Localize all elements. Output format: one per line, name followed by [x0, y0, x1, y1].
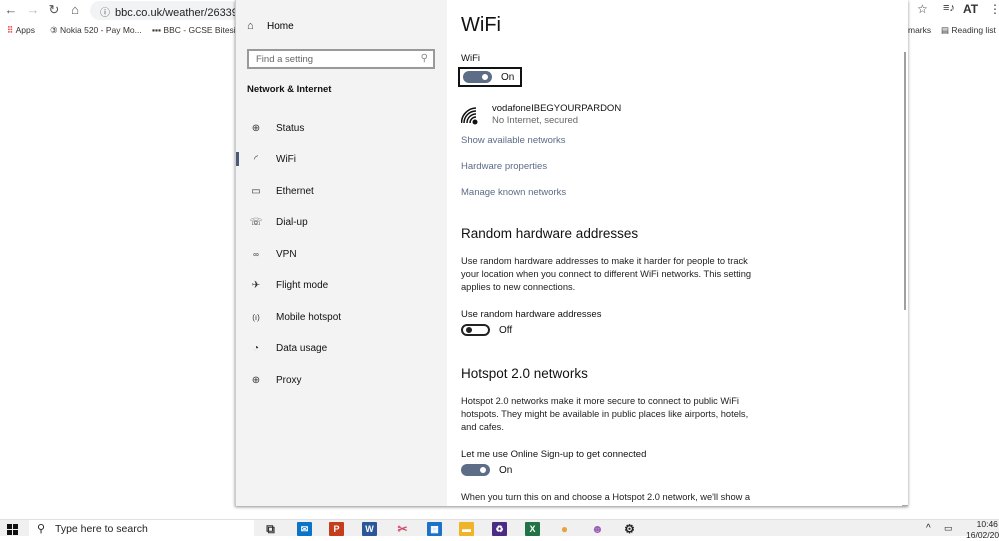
taskbar-task-view-icon[interactable]: ⧉ — [263, 522, 278, 536]
random-hw-toggle-label: Use random hardware addresses — [461, 309, 602, 320]
ethernet-icon: ▭ — [251, 185, 261, 197]
taskbar-user-app-icon[interactable]: ☻ — [590, 522, 605, 536]
taskbar-search-input[interactable]: ⚲ Type here to search — [29, 520, 254, 537]
reading-list-icon: ▤ — [941, 25, 950, 35]
settings-sidebar: ⌂ Home Find a setting ⚲ Network & Intern… — [236, 0, 447, 506]
address-bar[interactable]: ⓘ bbc.co.uk/weather/2633912 — [90, 1, 250, 20]
clock-time: 10:46 — [976, 519, 998, 529]
sidebar-item-vpn[interactable]: ∞ VPN — [236, 242, 447, 266]
taskbar-settings-icon[interactable]: ⚙ — [622, 522, 637, 536]
clock[interactable]: 10:46 16/02/2022 — [966, 519, 999, 541]
wifi-toggle-state: On — [501, 71, 515, 83]
taskbar-word-icon[interactable]: W — [362, 522, 377, 536]
hotspot20-heading: Hotspot 2.0 networks — [461, 366, 588, 381]
content-scrollbar[interactable] — [904, 52, 906, 310]
apps-grid-icon: ⠿ — [7, 25, 14, 35]
taskbar-file-explorer-icon[interactable]: ▬ — [459, 522, 474, 536]
home-icon: ⌂ — [247, 20, 254, 32]
search-icon: ⚲ — [420, 53, 428, 64]
taskbar-excel-icon[interactable]: X — [525, 522, 540, 536]
wifi-signal-icon — [461, 107, 478, 125]
sidebar-item-status[interactable]: ⊕ Status — [236, 116, 447, 140]
settings-content: WiFi WiFi On vodafoneIBEGYOURPARDON No I… — [447, 0, 902, 506]
online-signup-toggle[interactable]: On — [459, 464, 512, 476]
wifi-icon: ◜ — [254, 153, 258, 165]
sidebar-item-flight-mode[interactable]: ✈ Flight mode — [236, 273, 447, 297]
windows-start-icon[interactable] — [7, 524, 18, 535]
manage-known-networks-link[interactable]: Manage known networks — [461, 187, 566, 198]
random-hw-description: Use random hardware addresses to make it… — [461, 256, 752, 292]
globe-status-icon: ⊕ — [251, 122, 261, 134]
sidebar-home[interactable]: ⌂ Home — [247, 20, 294, 32]
battery-icon[interactable]: ▭ — [944, 523, 953, 534]
sidebar-item-dial-up[interactable]: ☏ Dial-up — [236, 210, 447, 234]
find-setting-input[interactable]: Find a setting ⚲ — [247, 49, 435, 69]
show-available-networks-link[interactable]: Show available networks — [461, 135, 566, 146]
reading-list-button[interactable]: ▤ Reading list — [941, 25, 996, 36]
bookmark-other-partial[interactable]: marks — [908, 25, 931, 35]
sidebar-item-data-usage[interactable]: ◔ Data usage — [236, 336, 447, 360]
url-text: bbc.co.uk/weather/2633912 — [115, 7, 251, 19]
bookmark-apps[interactable]: ⠿ Apps — [7, 25, 35, 36]
wifi-toggle-label: WiFi — [461, 53, 480, 64]
sidebar-item-ethernet[interactable]: ▭ Ethernet — [236, 179, 447, 203]
random-hw-heading: Random hardware addresses — [461, 226, 639, 241]
taskbar-calendar-icon[interactable]: ▦ — [427, 522, 442, 536]
profile-avatar[interactable]: AT — [963, 2, 978, 16]
back-arrow-icon[interactable]: ← — [3, 2, 19, 17]
taskbar: ⚲ Type here to search ⧉ ✉ P W ✂ ▦ ▬ ♻ X ● ☻ ⚙ ^ ▭ 1… — [0, 519, 999, 540]
online-signup-toggle-label: Let me use Online Sign-up to get connect… — [461, 449, 647, 460]
sidebar-item-proxy[interactable]: ⊕ Proxy — [236, 368, 447, 392]
dial-up-icon: ☏ — [249, 216, 263, 228]
random-hw-toggle-switch[interactable] — [461, 324, 490, 336]
bookmark-star-icon[interactable]: ☆ — [917, 2, 928, 16]
wifi-toggle-switch[interactable] — [463, 71, 492, 83]
taskbar-mail-icon[interactable]: ✉ — [297, 522, 312, 536]
reload-icon[interactable]: ↻ — [46, 2, 62, 18]
random-hw-toggle-state: Off — [499, 324, 513, 336]
media-control-icon[interactable]: ≡♪ — [943, 2, 955, 14]
hardware-properties-link[interactable]: Hardware properties — [461, 161, 547, 172]
network-status: No Internet, secured — [492, 115, 579, 126]
home-icon[interactable]: ⌂ — [67, 2, 83, 17]
vpn-icon: ∞ — [253, 249, 259, 259]
settings-window: ⌂ Home Find a setting ⚲ Network & Intern… — [235, 0, 908, 506]
airplane-icon: ✈ — [251, 279, 261, 291]
site-info-icon[interactable]: ⓘ — [100, 8, 110, 19]
online-signup-toggle-switch[interactable] — [461, 464, 490, 476]
taskbar-powerpoint-icon[interactable]: P — [329, 522, 344, 536]
forward-arrow-icon[interactable]: → — [25, 2, 41, 17]
sidebar-section-title: Network & Internet — [247, 84, 332, 95]
bbc-logo-icon: ▪▪▪ — [152, 25, 162, 35]
random-hw-toggle[interactable]: Off — [459, 324, 512, 336]
sidebar-item-wifi[interactable]: ◜ WiFi — [236, 147, 447, 171]
show-hidden-icons-chevron[interactable]: ^ — [926, 523, 931, 534]
wifi-toggle[interactable]: On — [458, 67, 523, 87]
taskbar-recycle-app-icon[interactable]: ♻ — [492, 522, 507, 536]
three-logo-icon: ③ — [50, 25, 58, 35]
page-title: WiFi — [461, 14, 501, 36]
taskbar-chrome-icon[interactable]: ● — [557, 522, 572, 536]
network-name: vodafoneIBEGYOURPARDON — [492, 103, 622, 114]
search-icon: ⚲ — [37, 523, 46, 535]
sidebar-item-mobile-hotspot[interactable]: (ı) Mobile hotspot — [236, 305, 447, 329]
connected-network[interactable]: vodafoneIBEGYOURPARDON No Internet, secu… — [461, 103, 621, 127]
hotspot20-description: Hotspot 2.0 networks make it more secure… — [461, 396, 749, 432]
taskbar-snipping-tool-icon[interactable]: ✂ — [395, 522, 410, 536]
hotspot-icon: (ı) — [252, 312, 260, 322]
online-signup-toggle-state: On — [499, 464, 513, 476]
menu-kebab-icon[interactable]: ⋮ — [989, 2, 999, 16]
bookmark-nokia[interactable]: ③ Nokia 520 - Pay Mo... — [50, 25, 142, 36]
hotspot20-trailing-text: When you turn this on and choose a Hotsp… — [461, 492, 751, 502]
proxy-globe-icon: ⊕ — [251, 374, 261, 386]
bookmark-bbc[interactable]: ▪▪▪ BBC - GCSE Bitesize — [152, 25, 245, 35]
data-usage-icon: ◔ — [252, 342, 260, 354]
